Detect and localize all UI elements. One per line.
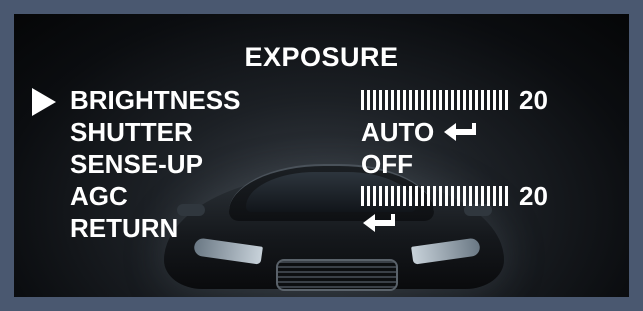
shutter-mode: AUTO xyxy=(361,117,435,147)
osd-screen: EXPOSURE BRIGHTNESS 20 SHUTTER AUTO SENS… xyxy=(14,14,629,297)
menu-item-brightness[interactable]: BRIGHTNESS 20 xyxy=(14,84,629,116)
sense-up-value[interactable]: OFF xyxy=(361,148,413,180)
menu-item-return[interactable]: RETURN xyxy=(14,212,629,244)
menu-item-shutter[interactable]: SHUTTER AUTO xyxy=(14,116,629,148)
return-value[interactable] xyxy=(361,212,397,234)
menu-item-label: SHUTTER xyxy=(70,117,193,147)
menu-item-sense-up[interactable]: SENSE-UP OFF xyxy=(14,148,629,180)
menu-item-label: BRIGHTNESS xyxy=(70,85,241,115)
selection-cursor-icon xyxy=(32,88,56,116)
agc-value[interactable]: 20 xyxy=(361,180,548,212)
brightness-value[interactable]: 20 xyxy=(361,84,548,116)
shutter-value[interactable]: AUTO xyxy=(361,116,478,148)
menu-item-label: SENSE-UP xyxy=(70,149,203,179)
menu-item-label: RETURN xyxy=(70,213,179,243)
agc-level-bar xyxy=(361,186,511,206)
enter-arrow-icon[interactable] xyxy=(442,121,478,143)
agc-number: 20 xyxy=(519,181,548,211)
brightness-level-bar xyxy=(361,90,511,110)
car-image-grille xyxy=(276,259,398,291)
brightness-number: 20 xyxy=(519,85,548,115)
sense-up-mode: OFF xyxy=(361,149,413,179)
enter-arrow-icon[interactable] xyxy=(361,212,397,234)
menu-title: EXPOSURE xyxy=(244,42,399,72)
menu-item-label: AGC xyxy=(70,181,128,211)
menu-item-agc[interactable]: AGC 20 xyxy=(14,180,629,212)
